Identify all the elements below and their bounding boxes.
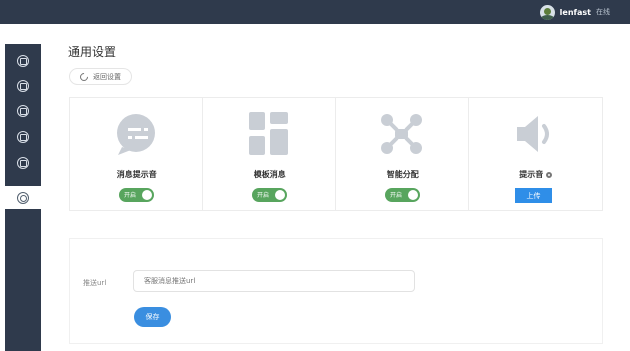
username: lenfast <box>559 7 591 17</box>
sidebar <box>5 44 41 351</box>
alert-sound-label: 提示音 <box>519 170 544 179</box>
sidebar-item-settings[interactable] <box>5 186 41 209</box>
sidebar-item-data[interactable] <box>5 151 41 174</box>
upload-sound-button[interactable]: 上传 <box>515 188 552 203</box>
message-sound-toggle[interactable]: 开启 <box>119 188 154 202</box>
toggle-knob <box>142 190 152 200</box>
alert-sound-label-row: 提示音 <box>469 169 603 180</box>
avatar[interactable] <box>539 4 555 20</box>
toggle-knob <box>408 190 418 200</box>
data-icon <box>17 156 29 169</box>
sidebar-item-user[interactable] <box>5 125 41 148</box>
message-bubble-icon <box>117 114 155 155</box>
page-title: 通用设置 <box>68 45 117 59</box>
online-status: 在线 <box>596 8 610 16</box>
back-button-label: 返回设置 <box>93 72 121 81</box>
push-url-label: 推送url <box>83 279 107 287</box>
push-url-input[interactable] <box>133 270 415 292</box>
sidebar-item-customer[interactable] <box>5 99 41 122</box>
chat-icon <box>17 79 29 92</box>
sidebar-item-chat[interactable] <box>5 74 41 97</box>
back-to-settings-button[interactable]: 返回设置 <box>69 68 132 85</box>
smart-assign-card: 智能分配 开启 <box>336 98 469 210</box>
home-icon <box>17 54 29 67</box>
toggle-knob <box>275 190 285 200</box>
help-icon[interactable] <box>546 172 553 178</box>
sidebar-item-home[interactable] <box>5 49 41 72</box>
back-arrow-icon <box>78 70 90 83</box>
push-url-form: 推送url 保存 <box>69 238 603 344</box>
template-message-label: 模板消息 <box>253 170 286 179</box>
main-content: 通用设置 返回设置 消息提示音 开启 模板消息 开启 智能分配 开启 提示音 上… <box>47 25 630 351</box>
message-sound-card: 消息提示音 开启 <box>70 98 203 210</box>
top-bar: lenfast 在线 <box>0 0 630 24</box>
save-button[interactable]: 保存 <box>134 307 171 327</box>
customer-icon <box>17 104 29 117</box>
user-info[interactable]: lenfast 在线 <box>539 4 610 20</box>
template-message-toggle[interactable]: 开启 <box>252 188 287 202</box>
smart-assign-label: 智能分配 <box>386 170 419 179</box>
speaker-icon <box>517 116 549 152</box>
settings-panel: 消息提示音 开启 模板消息 开启 智能分配 开启 提示音 上传 <box>69 97 603 211</box>
smart-assign-icon <box>381 114 422 154</box>
alert-sound-card: 提示音 上传 <box>469 98 602 210</box>
template-grid-icon <box>249 112 288 155</box>
template-message-toggle-text: 开启 <box>257 192 270 199</box>
message-sound-toggle-text: 开启 <box>124 192 137 199</box>
settings-icon <box>17 191 29 204</box>
smart-assign-toggle-text: 开启 <box>390 192 403 199</box>
message-sound-label: 消息提示音 <box>116 170 157 179</box>
template-message-card: 模板消息 开启 <box>203 98 336 210</box>
smart-assign-toggle[interactable]: 开启 <box>385 188 420 202</box>
user-icon <box>17 130 29 143</box>
